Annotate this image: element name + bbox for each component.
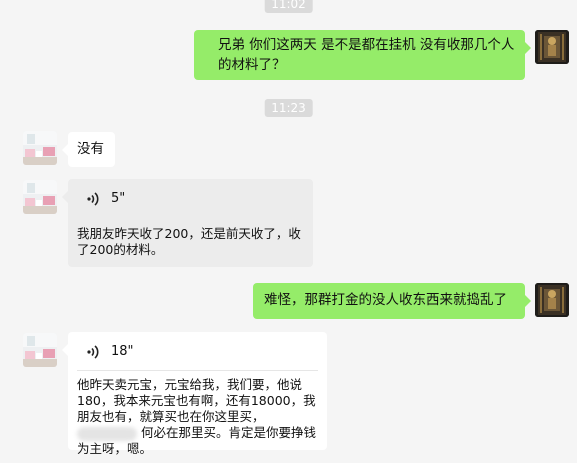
divider [77,217,304,218]
message-text: 没有 [77,141,104,157]
room-photo-avatar-icon [23,180,57,214]
statue-avatar-icon [535,30,569,64]
room-photo-avatar-icon [23,131,57,165]
message-text: 难怪，那群打金的没人收东西来就捣乱了 [264,292,507,308]
message-bubble-contact-1[interactable]: 没有 [62,132,115,167]
self-avatar[interactable] [535,283,569,317]
message-text: 兄弟 你们这两天 是不是都在挂机 没有收那几个人的材料了？ [218,37,515,73]
voice-transcript: 我朋友昨天收了200，还是前天收了，收了200的材料。 [77,226,301,257]
room-photo-avatar-icon [23,333,57,367]
voice-duration: 18" [111,344,134,359]
divider [77,370,318,371]
statue-avatar-icon [535,283,569,317]
contact-avatar[interactable] [23,131,57,165]
redacted-text [77,426,137,441]
message-bubble-self-1[interactable]: 兄弟 你们这两天 是不是都在挂机 没有收那几个人的材料了？ [194,30,531,80]
voice-wave-icon [87,345,99,359]
self-avatar[interactable] [535,30,569,64]
voice-play-row[interactable]: 18" [77,340,318,364]
contact-avatar[interactable] [23,180,57,214]
voice-transcript-part-1: 他昨天卖元宝，元宝给我，我们要，他说180，我本来元宝也有啊，还有18000，我… [77,377,316,424]
voice-play-row[interactable]: 5" [77,187,304,211]
voice-message-bubble-2[interactable]: 18" 他昨天卖元宝，元宝给我，我们要，他说180，我本来元宝也有啊，还有180… [62,332,327,456]
timestamp-2: 11:23 [264,99,313,117]
voice-transcript: 他昨天卖元宝，元宝给我，我们要，他说180，我本来元宝也有啊，还有18000，我… [77,377,318,457]
voice-duration: 5" [111,191,126,206]
voice-wave-icon [87,192,99,206]
voice-message-bubble-1[interactable]: 5" 我朋友昨天收了200，还是前天收了，收了200的材料。 [62,179,313,267]
timestamp-1: 11:02 [264,0,313,13]
message-bubble-self-2[interactable]: 难怪，那群打金的没人收东西来就捣乱了 [253,283,531,319]
contact-avatar[interactable] [23,333,57,367]
